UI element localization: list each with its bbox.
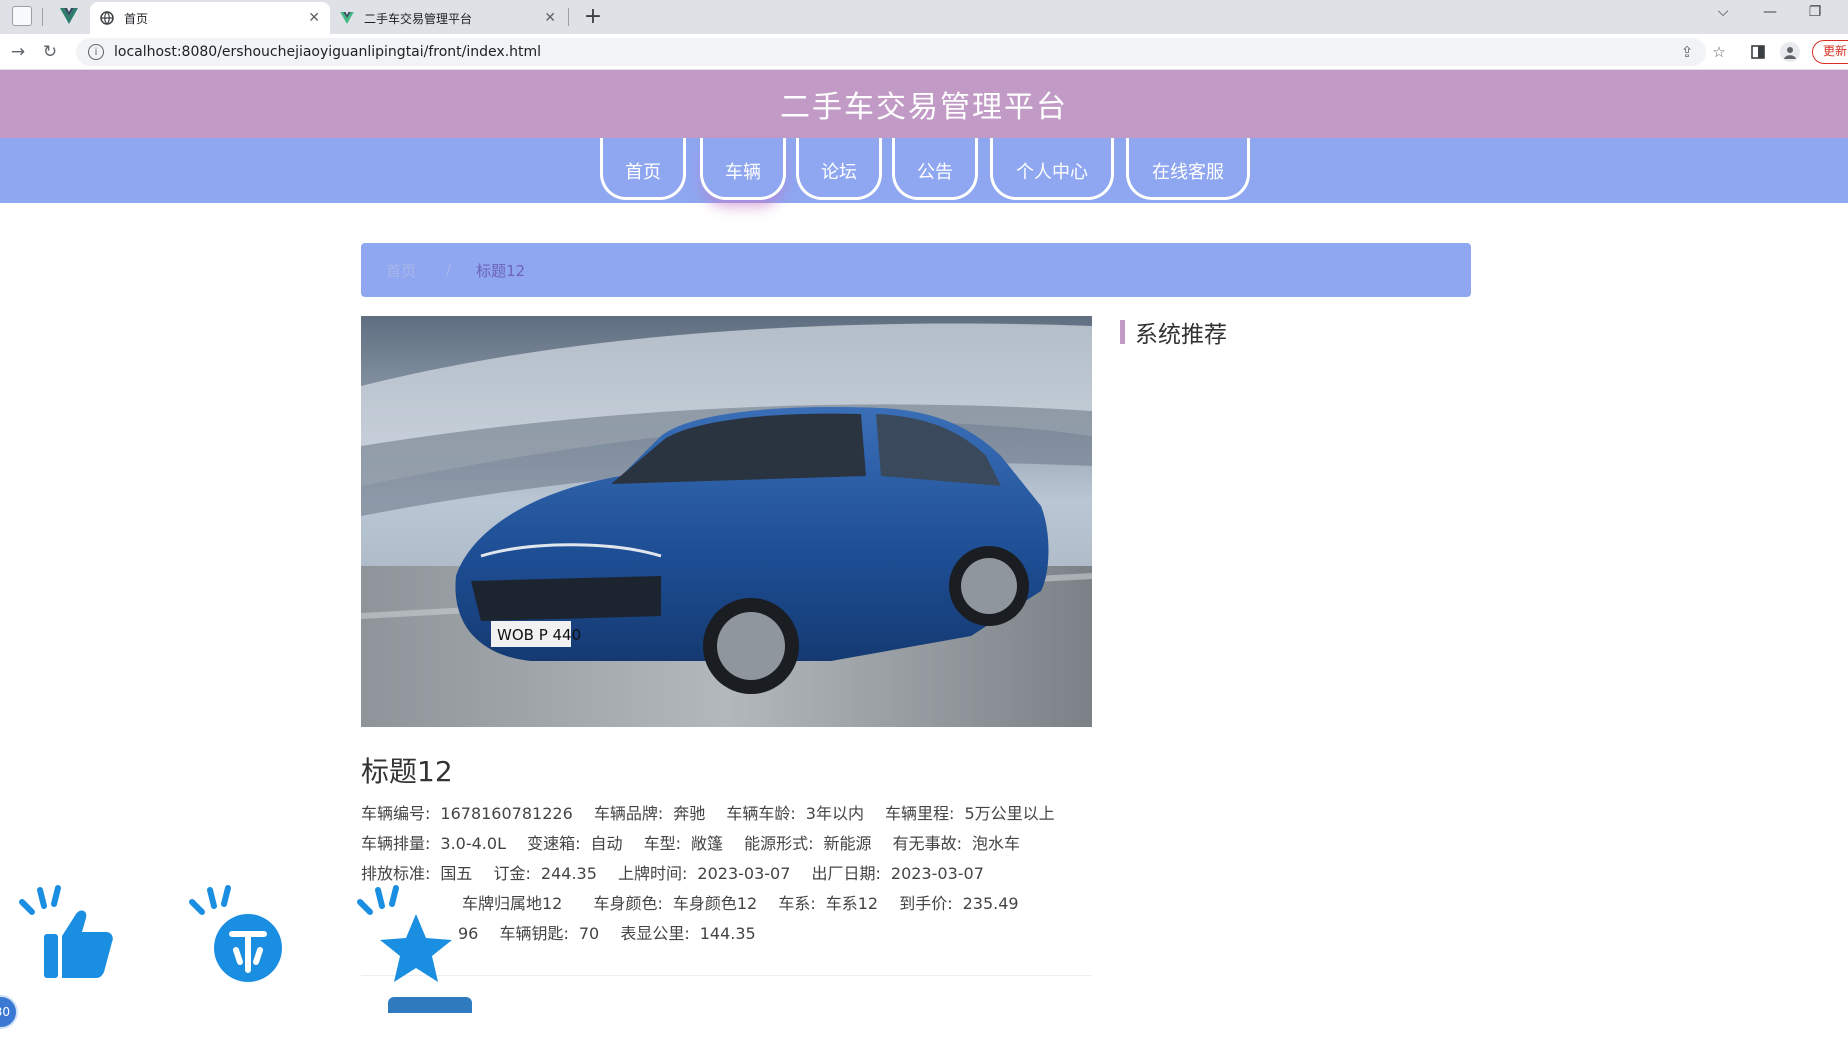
- update-button[interactable]: 更新: [1812, 40, 1848, 64]
- value: 自动: [590, 834, 623, 853]
- profile-avatar-icon[interactable]: [1780, 42, 1800, 62]
- side-panel-icon[interactable]: [1748, 42, 1768, 62]
- share-icon[interactable]: ⇪: [1677, 42, 1697, 62]
- site-info-icon[interactable]: i: [88, 44, 104, 60]
- main-nav: 首页 车辆 论坛 公告 个人中心 在线客服: [0, 138, 1848, 203]
- value: 96: [458, 924, 479, 943]
- tab-home[interactable]: 首页 ✕: [90, 2, 330, 34]
- label: 能源形式:: [744, 834, 814, 853]
- browser-tabbar: 首页 ✕ 二手车交易管理平台 ✕ + ⌵ — ❐: [0, 0, 1848, 34]
- value: 235.49: [962, 894, 1019, 913]
- vehicle-title: 标题12: [361, 755, 453, 788]
- value: 3年以内: [805, 804, 864, 823]
- info-line-5: 96 车辆钥匙: 70 表显公里: 144.35: [458, 920, 772, 944]
- forward-icon[interactable]: →: [6, 40, 30, 64]
- label: 车辆编号:: [361, 804, 431, 823]
- tab-title: 首页: [124, 11, 149, 26]
- label: 车系:: [778, 894, 816, 913]
- nav-item-forum[interactable]: 论坛: [796, 138, 882, 200]
- restore-icon[interactable]: ❐: [1800, 4, 1830, 20]
- label: 有无事故:: [892, 834, 963, 853]
- sidebar-title-text: 系统推荐: [1135, 322, 1227, 348]
- label: 车辆钥匙:: [499, 924, 569, 943]
- value: 泡水车: [972, 834, 1021, 853]
- value: 车系12: [825, 894, 879, 913]
- label: 车辆排量:: [361, 834, 431, 853]
- value: 3.0-4.0L: [440, 834, 506, 853]
- tab-title: 二手车交易管理平台: [364, 11, 473, 26]
- label: 车身颜色:: [593, 894, 663, 913]
- breadcrumb: 首页 / 标题12: [361, 243, 1471, 297]
- label: 表显公里:: [620, 924, 690, 943]
- reload-icon[interactable]: ↻: [38, 40, 62, 64]
- info-line-3: 排放标准: 国五 订金: 244.35 上牌时间: 2023-03-07 出厂日期: 2…: [361, 860, 1000, 884]
- info-line-1: 车辆编号: 1678160781226 车辆品牌: 奔驰 车辆车龄: 3年以内 车辆里…: [361, 800, 1071, 824]
- nav-item-user-center[interactable]: 个人中心: [990, 138, 1114, 200]
- nav-item-online-service[interactable]: 在线客服: [1126, 138, 1250, 200]
- value: 5万公里以上: [964, 804, 1055, 823]
- action-button[interactable]: [388, 997, 472, 1013]
- tab-separator: [568, 8, 569, 26]
- label: 车辆里程:: [885, 804, 955, 823]
- label: 出厂日期:: [811, 864, 881, 883]
- site-title: 二手车交易管理平台: [780, 90, 1068, 125]
- minimize-icon[interactable]: —: [1755, 4, 1785, 20]
- nav-item-vehicles[interactable]: 车辆: [700, 138, 786, 200]
- breadcrumb-separator: /: [446, 261, 452, 279]
- value: 2023-03-07: [890, 864, 984, 883]
- sidebar-title: 系统推荐: [1120, 318, 1227, 348]
- thumbs-up-icon[interactable]: [14, 884, 114, 988]
- url-text: localhost:8080/ershouchejiaoyiguanliping…: [114, 44, 542, 60]
- value: 1678160781226: [440, 804, 573, 823]
- value: 国五: [440, 864, 473, 883]
- breadcrumb-current: 标题12: [476, 261, 526, 280]
- new-tab-icon[interactable]: +: [580, 4, 606, 29]
- value: 70: [578, 924, 600, 943]
- globe-icon: [100, 11, 114, 25]
- value: 244.35: [540, 864, 597, 883]
- nav-item-home[interactable]: 首页: [600, 138, 686, 200]
- label: 上牌时间:: [618, 864, 688, 883]
- value: 奔驰: [673, 804, 706, 823]
- browser-toolbar: → ↻ i localhost:8080/ershouchejiaoyiguan…: [0, 34, 1848, 70]
- coin-icon[interactable]: [186, 884, 286, 988]
- bookmark-star-icon[interactable]: ☆: [1709, 42, 1729, 62]
- label: 变速箱:: [527, 834, 581, 853]
- label: 车辆品牌:: [593, 804, 664, 823]
- title-accent-bar: [1120, 320, 1125, 344]
- value: 敞篷: [691, 834, 724, 853]
- value: 车身颜色12: [672, 894, 758, 913]
- info-line-2: 车辆排量: 3.0-4.0L 变速箱: 自动 车型: 敞篷 能源形式: 新能源 有无事故…: [361, 830, 1036, 854]
- star-icon[interactable]: [354, 884, 454, 988]
- tab-search-icon[interactable]: [12, 6, 32, 26]
- tab-list-chevron-icon[interactable]: ⌵: [1708, 4, 1738, 20]
- nav-item-notice[interactable]: 公告: [892, 138, 978, 200]
- value: 144.35: [699, 924, 756, 943]
- address-bar[interactable]: i localhost:8080/ershouchejiaoyiguanlipi…: [76, 38, 1706, 66]
- label: 订金:: [493, 864, 531, 883]
- label: 到手价:: [899, 894, 953, 913]
- close-tab-icon[interactable]: ✕: [308, 10, 320, 26]
- label: 车辆车龄:: [726, 804, 796, 823]
- action-divider: [361, 975, 1092, 977]
- close-tab-icon[interactable]: ✕: [544, 10, 556, 26]
- tab-platform[interactable]: 二手车交易管理平台 ✕: [330, 2, 566, 34]
- side-float-badge[interactable]: 30: [0, 995, 18, 1029]
- vue-favicon-icon[interactable]: [60, 8, 78, 26]
- vehicle-photo: WOB P 440: [361, 316, 1092, 727]
- value: 2023-03-07: [697, 864, 791, 883]
- site-header: 二手车交易管理平台: [0, 70, 1848, 138]
- label: 排放标准:: [361, 864, 431, 883]
- info-line-4: 车牌归属地12 车身颜色: 车身颜色12 车系: 车系12 到手价: 235.49: [462, 890, 1035, 914]
- label: 车牌归属地12: [462, 894, 563, 913]
- svg-text:WOB P 440: WOB P 440: [497, 626, 581, 644]
- vue-icon: [340, 11, 354, 25]
- label: 车型:: [643, 834, 681, 853]
- tab-separator: [42, 8, 43, 26]
- value: 新能源: [823, 834, 872, 853]
- breadcrumb-home[interactable]: 首页: [386, 260, 416, 281]
